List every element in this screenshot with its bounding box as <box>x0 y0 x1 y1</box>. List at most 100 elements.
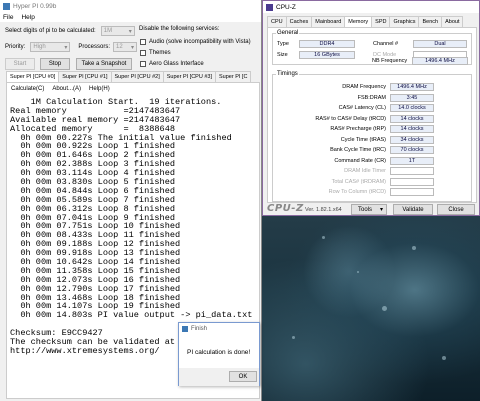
timing-value: 1T <box>390 156 434 165</box>
menu-about[interactable]: About...(A) <box>52 86 81 92</box>
themes-checkbox[interactable] <box>140 50 146 56</box>
digits-row: Select digits of pi to be calculated: 1M… <box>5 26 135 36</box>
service-aero[interactable]: Aero Glass Interface <box>140 61 204 67</box>
service-themes[interactable]: Themes <box>140 50 171 56</box>
ok-button[interactable]: OK <box>229 371 257 382</box>
tab-cpu-0[interactable]: Super PI [CPU #0] <box>6 71 60 82</box>
timing-label: RAS# Precharge (tRP) <box>330 126 386 132</box>
menu-help[interactable]: Help <box>21 14 34 21</box>
desktop-wallpaper <box>262 216 480 401</box>
hyperpi-titlebar[interactable]: Hyper PI 0.99b <box>0 0 261 12</box>
aero-label: Aero Glass Interface <box>149 61 204 67</box>
memory-panel: General Type DDR4 Size 16 GBytes Channel… <box>267 27 477 203</box>
timing-label: Total CAS# (tRDRAM) <box>331 178 386 185</box>
cpu-tabs: Super PI [CPU #0] Super PI [CPU #1] Supe… <box>6 71 252 82</box>
type-value: DDR4 <box>299 40 355 48</box>
digits-label: Select digits of pi to be calculated: <box>5 28 96 34</box>
service-audio[interactable]: Audio (solve incompatibility with Vista) <box>140 39 251 45</box>
stop-button[interactable]: Stop <box>40 58 70 70</box>
timing-value: 14.0 clocks <box>390 104 434 112</box>
services-label: Disable the following services: <box>139 26 220 32</box>
timing-label: CAS# Latency (CL) <box>338 105 386 111</box>
tab-cpu[interactable]: CPU <box>267 16 287 27</box>
processors-select[interactable]: 12 ▾ <box>113 42 138 52</box>
timing-value: 14 clocks <box>390 125 434 133</box>
cpuz-logo: CPU-Z <box>267 203 304 214</box>
priority-row: Priority: High ▾ Processors: 12 ▾ <box>5 42 138 52</box>
timing-value: 1496.4 MHz <box>390 83 434 91</box>
processors-label: Processors: <box>78 44 111 50</box>
timing-value: 70 clocks <box>390 146 434 154</box>
cpuz-window: CPU-Z CPU Caches Mainboard Memory SPD Gr… <box>262 0 480 216</box>
chevron-down-icon: ▾ <box>131 45 135 51</box>
validate-button[interactable]: Validate <box>393 204 433 215</box>
tab-cpu-4[interactable]: Super PI [C <box>215 71 252 82</box>
audio-checkbox[interactable] <box>140 39 146 45</box>
finish-titlebar[interactable]: Finish <box>179 323 259 334</box>
hyperpi-app-icon <box>3 2 10 10</box>
tab-cpu-3[interactable]: Super PI [CPU #3] <box>162 71 216 82</box>
menu-file[interactable]: File <box>3 14 13 21</box>
nb-frequency-label: NB Frequency <box>372 58 408 64</box>
timing-label: Cycle Time (tRAS) <box>340 136 386 143</box>
digits-value: 1M <box>103 28 113 34</box>
chevron-down-icon: ▾ <box>379 207 383 213</box>
hyperpi-menubar: File Help <box>0 12 261 22</box>
tab-cpu-2[interactable]: Super PI [CPU #2] <box>110 71 164 82</box>
tab-spd[interactable]: SPD <box>371 16 391 27</box>
size-value: 16 GBytes <box>299 51 355 59</box>
chevron-down-icon: ▾ <box>64 45 68 51</box>
channel-value: Dual <box>413 40 467 48</box>
tab-bench[interactable]: Bench <box>418 16 443 27</box>
timing-label: Command Rate (CR) <box>334 157 386 164</box>
timing-label: Bank Cycle Time (tRC) <box>330 147 386 153</box>
processors-value: 12 <box>116 44 123 50</box>
tab-about[interactable]: About <box>441 16 464 27</box>
size-label: Size <box>277 52 288 58</box>
timing-value: 14 clocks <box>390 114 434 123</box>
timing-value: 34 clocks <box>390 135 434 144</box>
general-title: General <box>276 30 300 36</box>
tab-mainboard[interactable]: Mainboard <box>311 16 346 27</box>
menu-calculate[interactable]: Calculate(C) <box>11 86 44 92</box>
console-output: 1M Calculation Start. 19 iterations. Real… <box>10 98 252 356</box>
console-line: 0h 00m 14.803s PI value output -> pi_dat… <box>10 310 253 321</box>
start-button[interactable]: Start <box>5 58 35 70</box>
timing-label: RAS# to CAS# Delay (tRCD) <box>315 115 386 122</box>
cpuz-app-icon <box>266 3 273 11</box>
themes-label: Themes <box>149 50 171 56</box>
menu-superpi-help[interactable]: Help(H) <box>89 86 110 92</box>
hyperpi-title: Hyper PI 0.99b <box>13 2 57 10</box>
finish-title: Finish <box>191 325 208 332</box>
timings-title: Timings <box>276 71 299 77</box>
aero-checkbox[interactable] <box>140 61 146 67</box>
timing-value <box>390 167 434 175</box>
tab-memory[interactable]: Memory <box>344 16 373 27</box>
tab-graphics[interactable]: Graphics <box>389 16 420 27</box>
priority-value: High <box>33 44 46 50</box>
nb-frequency-value: 1496.4 MHz <box>412 57 468 65</box>
tab-caches[interactable]: Caches <box>285 16 313 27</box>
chevron-down-icon: ▾ <box>128 29 132 35</box>
tab-cpu-1[interactable]: Super PI [CPU #1] <box>58 71 112 82</box>
close-button[interactable]: Close <box>437 204 475 215</box>
type-label: Type <box>277 41 289 47</box>
timing-value <box>390 177 434 186</box>
finish-app-icon <box>182 325 188 332</box>
finish-dialog: Finish PI calculation is done! OK <box>178 322 260 386</box>
priority-select[interactable]: High ▾ <box>30 42 71 52</box>
timing-label: DRAM Frequency <box>342 84 386 90</box>
cpuz-version: Ver. 1.82.1.x64 <box>305 207 342 213</box>
tools-button[interactable]: Tools ▾ <box>351 204 387 215</box>
audio-label: Audio (solve incompatibility with Vista) <box>149 39 251 45</box>
digits-select[interactable]: 1M ▾ <box>100 26 135 36</box>
cpuz-titlebar[interactable]: CPU-Z <box>263 1 479 13</box>
timing-value: 3:45 <box>390 93 434 102</box>
timing-value <box>390 188 434 196</box>
snapshot-button[interactable]: Take a Snapshot <box>76 58 132 70</box>
superpi-menu: Calculate(C) About...(A) Help(H) <box>11 86 118 92</box>
timing-label: DRAM Idle Timer <box>344 168 386 174</box>
timing-label: FSB:DRAM <box>357 94 386 101</box>
cpuz-title: CPU-Z <box>276 3 296 11</box>
priority-label: Priority: <box>5 44 26 50</box>
